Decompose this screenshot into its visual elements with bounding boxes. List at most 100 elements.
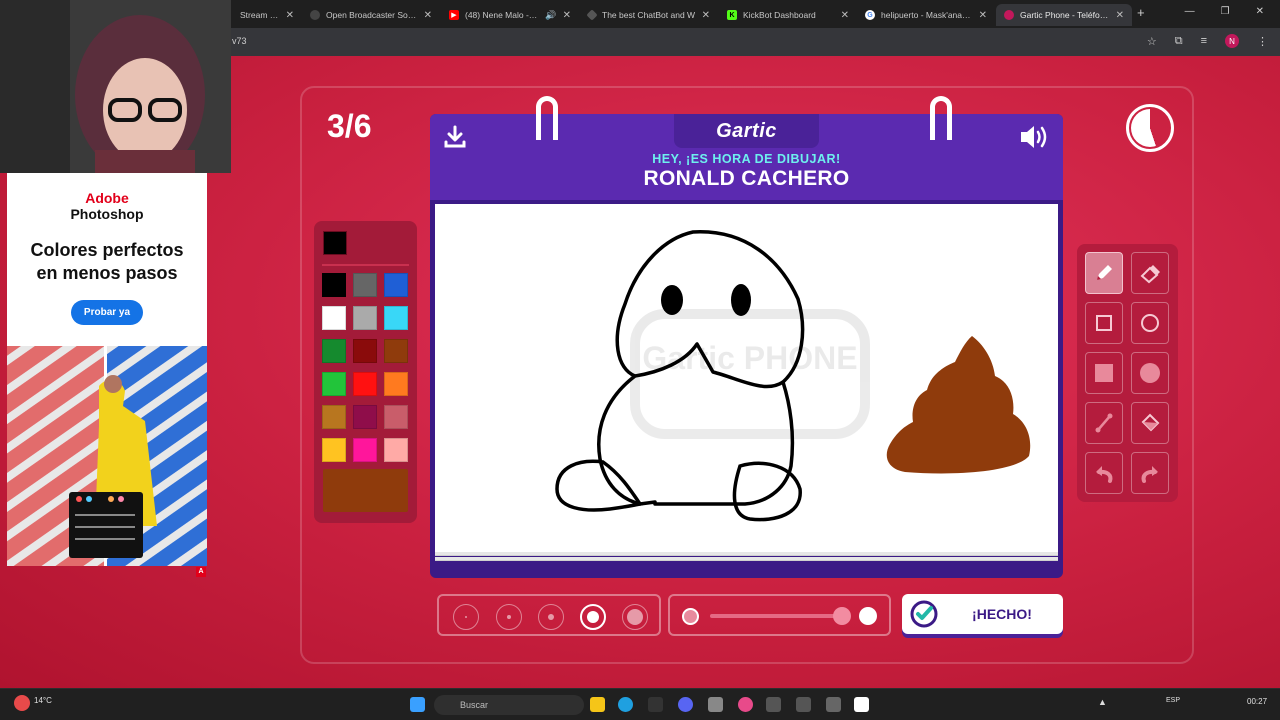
app-icon[interactable] [854,697,869,712]
tab-youtube[interactable]: ▶ (48) Nene Malo - Baile 🔊 ✕ [441,4,579,26]
brush-size-2[interactable] [496,604,522,630]
color-swatch[interactable] [322,339,346,363]
taskbar-search[interactable]: Buscar [434,695,584,715]
color-swatch[interactable] [384,438,408,462]
file-explorer-icon[interactable] [590,697,605,712]
brush-size-4[interactable] [580,604,606,630]
profile-avatar[interactable]: N [1225,34,1239,48]
pencil-icon[interactable] [1085,252,1123,294]
sound-icon[interactable] [1018,122,1050,152]
brush-size-3[interactable] [538,604,564,630]
close-tab-icon[interactable]: ✕ [286,10,294,21]
color-swatch[interactable] [322,438,346,462]
color-swatch[interactable] [353,438,377,462]
color-swatch[interactable] [322,306,346,330]
weather-temperature[interactable]: 14°C [34,696,52,705]
menu-icon[interactable]: ⋮ [1257,35,1268,48]
close-tab-icon[interactable]: ✕ [979,10,987,21]
close-tab-icon[interactable]: ✕ [424,10,432,21]
tab-obs[interactable]: Open Broadcaster Softwa ✕ [302,4,440,26]
discord-icon[interactable] [678,697,693,712]
timer-icon [1126,104,1174,152]
page-edge [435,552,1058,556]
custom-color-button[interactable] [323,469,408,512]
line-icon[interactable] [1085,402,1123,444]
download-icon[interactable] [442,124,468,150]
tab-google[interactable]: G helipuerto - Mask'ana Go ✕ [857,4,995,26]
weather-icon[interactable] [14,695,30,711]
rectangle-outline-icon[interactable] [1085,302,1123,344]
rectangle-fill-icon[interactable] [1085,352,1123,394]
advertisement[interactable]: Adobe Photoshop Colores perfectos en men… [7,173,207,566]
color-swatch[interactable] [353,306,377,330]
color-swatch[interactable] [353,405,377,429]
color-swatch[interactable] [384,405,408,429]
extensions-icon[interactable]: ⧉ [1175,35,1183,48]
media-icon[interactable]: ≡ [1201,35,1207,47]
redo-icon[interactable] [1131,452,1169,494]
language-indicator[interactable]: ESP [1166,697,1180,704]
drawing-canvas[interactable]: Gartic PHONE [435,204,1058,552]
close-tab-icon[interactable]: ✕ [563,10,571,21]
app-icon[interactable] [796,697,811,712]
app-icon[interactable] [648,697,663,712]
color-swatch[interactable] [322,372,346,396]
app-icon[interactable] [766,697,781,712]
bucket-fill-icon[interactable] [1131,402,1169,444]
gartic-logo: Gartic [674,114,819,148]
circle-outline-icon[interactable] [1131,302,1169,344]
close-tab-icon[interactable]: ✕ [702,10,710,21]
color-swatch[interactable] [384,273,408,297]
drawing-left-eye [661,285,683,315]
color-swatch[interactable] [384,372,408,396]
color-swatch[interactable] [384,306,408,330]
circle-fill-icon[interactable] [1131,352,1169,394]
color-swatch[interactable] [322,273,346,297]
color-swatch[interactable] [353,339,377,363]
tab-stream[interactable]: Stream - W ✕ [232,4,302,26]
new-tab-button[interactable]: + [1137,5,1145,20]
brush-size-1[interactable] [453,604,479,630]
slider-thumb[interactable] [833,607,851,625]
brush-size-5[interactable] [622,604,648,630]
drawing-right-eye [731,284,751,316]
ad-headline-line2: en menos pasos [36,263,178,283]
star-icon[interactable]: ☆ [1147,35,1157,48]
ad-cta-button[interactable]: Probar ya [71,300,143,325]
search-text: Buscar [460,700,489,710]
color-swatch[interactable] [353,372,377,396]
low-opacity-icon [682,608,699,625]
close-tab-icon[interactable]: ✕ [1116,10,1124,21]
opacity-slider[interactable] [668,594,891,636]
settings-icon[interactable] [826,697,841,712]
app-icon[interactable] [708,697,723,712]
color-swatch[interactable] [322,405,346,429]
tab-gartic-phone[interactable]: Gartic Phone - Teléfono D ✕ [996,4,1132,26]
speaker-icon[interactable]: 🔊 [545,10,556,21]
chevron-up-icon[interactable]: ▲ [1098,697,1108,712]
url-text[interactable]: v73 [232,36,247,46]
windows-taskbar: 14°C Buscar ▲ ESP 00:27 [0,688,1280,720]
done-button[interactable]: ¡HECHO! [902,594,1063,634]
google-icon: G [865,10,875,20]
clock[interactable]: 00:27 [1247,697,1267,706]
ad-badge[interactable]: A [196,567,206,577]
color-swatch[interactable] [353,273,377,297]
undo-icon[interactable] [1085,452,1123,494]
slider-track[interactable] [710,614,845,618]
minimize-icon[interactable]: — [1185,6,1195,17]
start-icon[interactable] [410,697,425,712]
edge-icon[interactable] [618,697,633,712]
tab-kickbot[interactable]: K KickBot Dashboard ✕ [719,4,857,26]
chrome-icon[interactable] [738,697,753,712]
ad-brand-line2: Photoshop [70,206,144,222]
close-tab-icon[interactable]: ✕ [841,10,849,21]
toolbar-icons: ☆ ⧉ ≡ N ⋮ [1147,34,1268,48]
close-window-icon[interactable]: ✕ [1256,6,1264,17]
eraser-icon[interactable] [1131,252,1169,294]
tab-chatbot[interactable]: The best ChatBot and W ✕ [580,4,718,26]
tab-title: Stream - W [240,10,280,20]
color-swatch[interactable] [384,339,408,363]
ring-icon [930,96,952,140]
restore-icon[interactable]: ❐ [1221,6,1230,17]
